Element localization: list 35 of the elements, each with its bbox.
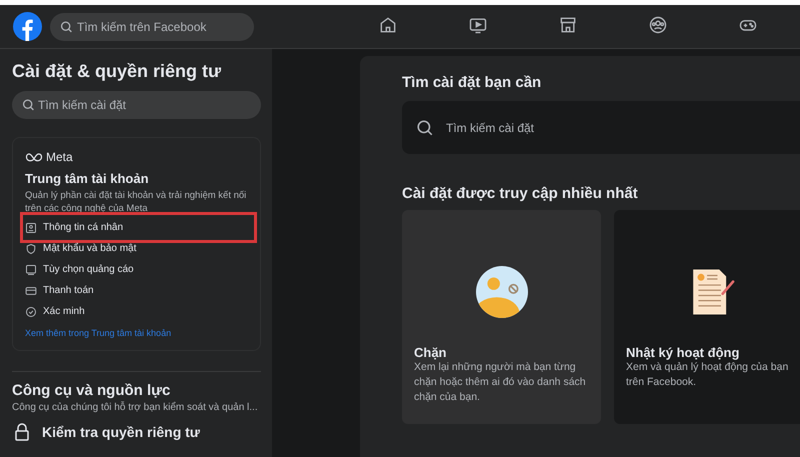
card-title: Chặn: [414, 345, 448, 360]
privacy-checkup-item[interactable]: Kiểm tra quyền riêng tư: [12, 423, 261, 441]
menu-item[interactable]: Thanh toán: [25, 280, 248, 301]
groups-icon[interactable]: [648, 15, 668, 35]
highlighted-menu-item[interactable]: Thông tin cá nhân: [25, 217, 252, 238]
menu-item[interactable]: Mật khẩu và bảo mật: [25, 238, 248, 259]
search-field[interactable]: Tìm kiếm trên Facebook: [50, 12, 254, 40]
brand-name: Meta: [46, 150, 73, 164]
ad-icon: [25, 264, 37, 276]
store-icon[interactable]: [558, 15, 578, 35]
settings-search-field[interactable]: Tìm kiếm cài đặt: [12, 91, 261, 119]
card-description: Xem và quản lý hoạt động của bạn trên Facebook.: [626, 360, 790, 390]
section-title: Tìm cài đặt bạn cần: [402, 74, 542, 91]
block-card[interactable]: Chặn Xem lại những người mà bạn từng chặn hoặc thêm ai đó vào danh sách chặn của bạn.: [402, 210, 601, 424]
home-icon[interactable]: [378, 15, 398, 35]
card-title: Nhật ký hoạt động: [626, 345, 740, 360]
section-title: Công cụ và nguồn lực: [12, 382, 172, 399]
card-description: Xem lại những người mà bạn từng chặn hoặc thêm ai đó vào danh sách chặn của bạn.: [414, 360, 587, 405]
card-icon: [25, 284, 37, 296]
section-title: Cài đặt được truy cập nhiều nhất: [402, 185, 639, 202]
activity-card[interactable]: Nhật ký hoạt động Xem và quản lý hoạt động của bạn trên Facebook.: [614, 210, 800, 424]
menu-item[interactable]: Xác minh: [25, 301, 248, 322]
check-icon: [25, 306, 37, 318]
lock-icon: [14, 423, 30, 441]
shield-icon: [25, 242, 37, 254]
sidebar-title: Cài đặt & quyền riêng tư: [12, 61, 222, 82]
card-title: Trung tâm tài khoản: [25, 171, 150, 186]
blocked-person-icon: [476, 266, 528, 318]
menu-item[interactable]: Tùy chọn quảng cáo: [25, 259, 248, 280]
id-icon: [25, 222, 37, 234]
facebook-logo[interactable]: [13, 12, 42, 41]
accounts-center-link[interactable]: Xem thêm trong Trung tâm tài khoản: [25, 328, 248, 338]
infinity-logo-icon: [25, 152, 43, 162]
settings-search-field[interactable]: Tìm kiếm cài đặt: [402, 101, 800, 154]
section-description: Công cụ của chúng tôi hỗ trợ bạn kiểm soát và quản l...: [12, 402, 259, 413]
